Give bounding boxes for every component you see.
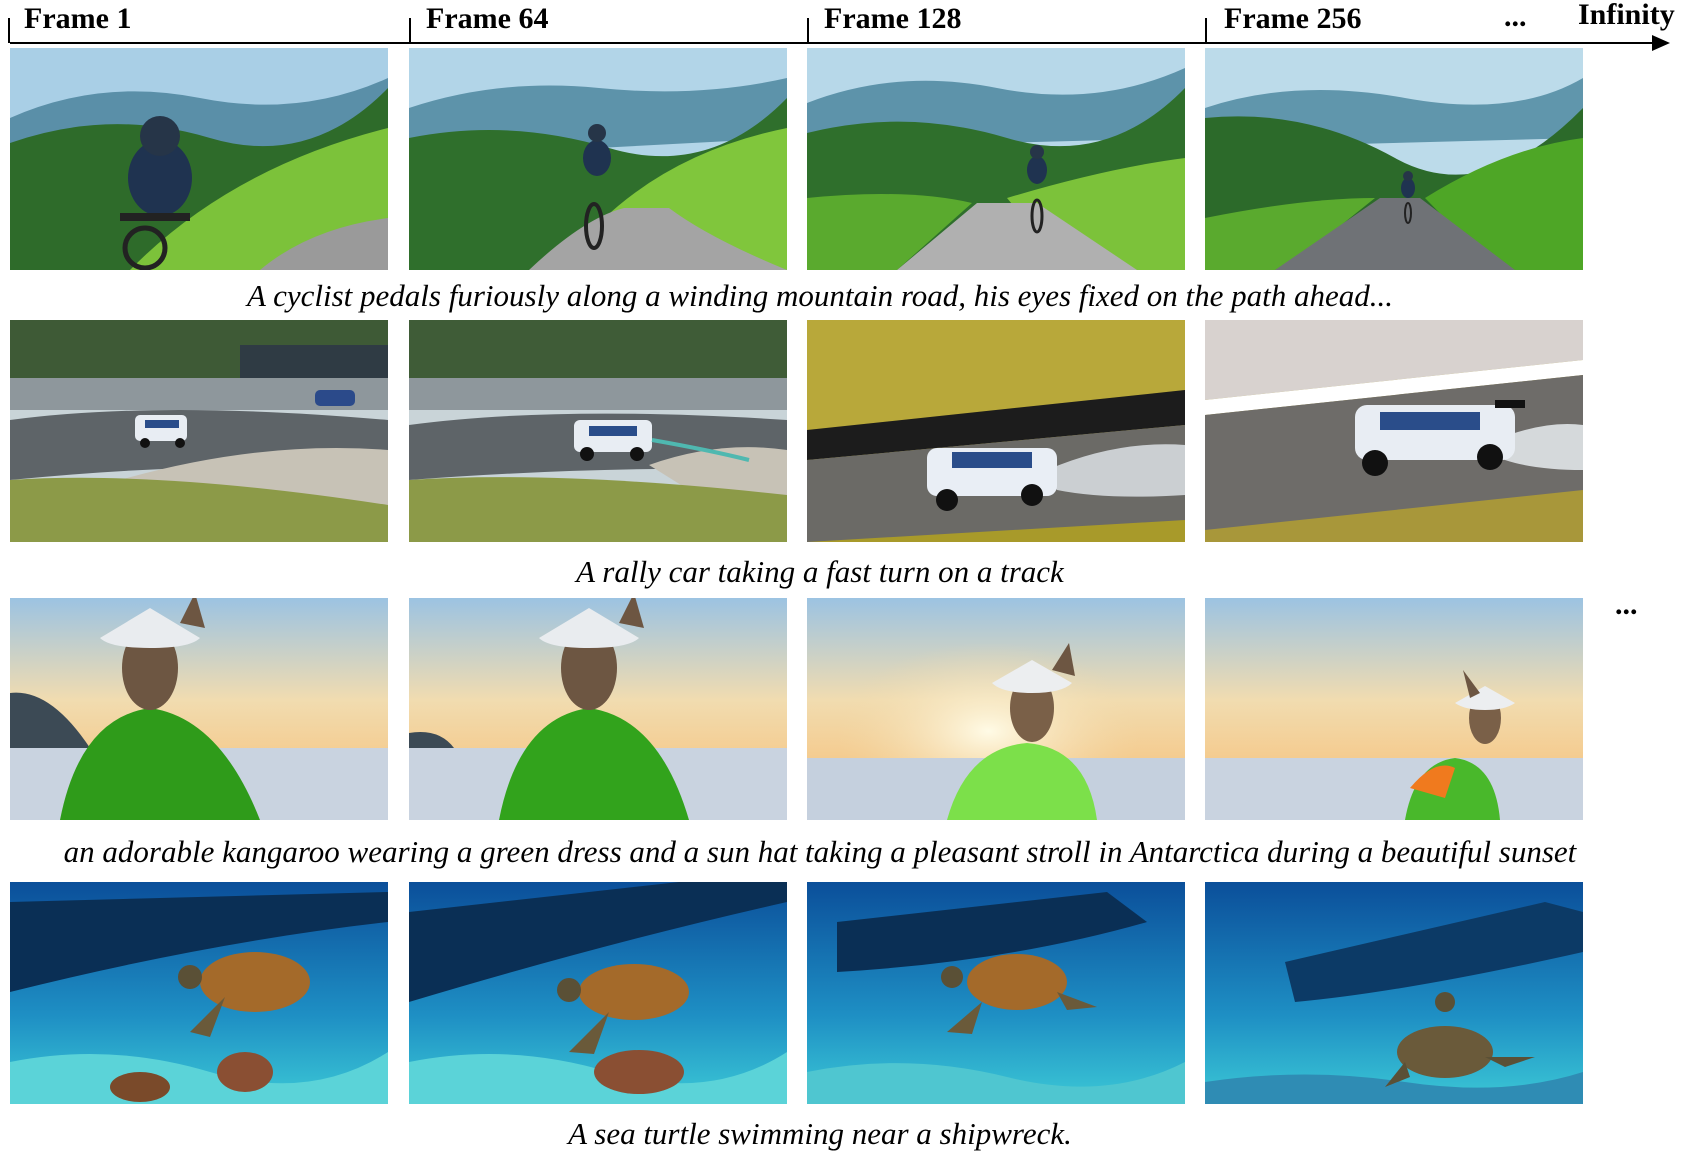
rally-frame-256 xyxy=(1205,320,1583,542)
frame-label-64: Frame 64 xyxy=(426,2,549,35)
timeline-arrow-icon xyxy=(1652,35,1670,51)
rally-frame-1 xyxy=(10,320,388,542)
frame-label-1: Frame 1 xyxy=(24,2,132,35)
kangaroo-caption: an adorable kangaroo wearing a green dre… xyxy=(63,834,1577,869)
timeline-tick xyxy=(409,18,411,43)
kangaroo-frame-256 xyxy=(1205,598,1583,820)
kangaroo-frame-128 xyxy=(807,598,1185,820)
rally-frame-128 xyxy=(807,320,1185,542)
cyclist-frame-64 xyxy=(409,48,787,270)
turtle-frame-256 xyxy=(1205,882,1583,1104)
turtle-frame-64 xyxy=(409,882,787,1104)
rally-caption: A rally car taking a fast turn on a trac… xyxy=(576,554,1064,589)
cyclist-caption: A cyclist pedals furiously along a windi… xyxy=(246,278,1394,313)
frame-label-128: Frame 128 xyxy=(824,2,962,35)
rally-frame-64 xyxy=(409,320,787,542)
cyclist-frame-1 xyxy=(10,48,388,270)
cyclist-frame-256 xyxy=(1205,48,1583,270)
timeline-tick xyxy=(807,18,809,43)
turtle-frame-1 xyxy=(10,882,388,1104)
timeline-tick xyxy=(1205,18,1207,43)
timeline-tick xyxy=(8,18,10,43)
side-ellipsis: ... xyxy=(1615,588,1638,621)
frame-label-256: Frame 256 xyxy=(1224,2,1362,35)
timeline-ellipsis: ... xyxy=(1504,0,1527,33)
kangaroo-frame-1 xyxy=(10,598,388,820)
turtle-caption: A sea turtle swimming near a shipwreck. xyxy=(568,1116,1072,1151)
infinity-label: Infinity xyxy=(1578,0,1675,31)
turtle-frame-128 xyxy=(807,882,1185,1104)
kangaroo-frame-64 xyxy=(409,598,787,820)
timeline-axis xyxy=(10,42,1655,44)
cyclist-frame-128 xyxy=(807,48,1185,270)
